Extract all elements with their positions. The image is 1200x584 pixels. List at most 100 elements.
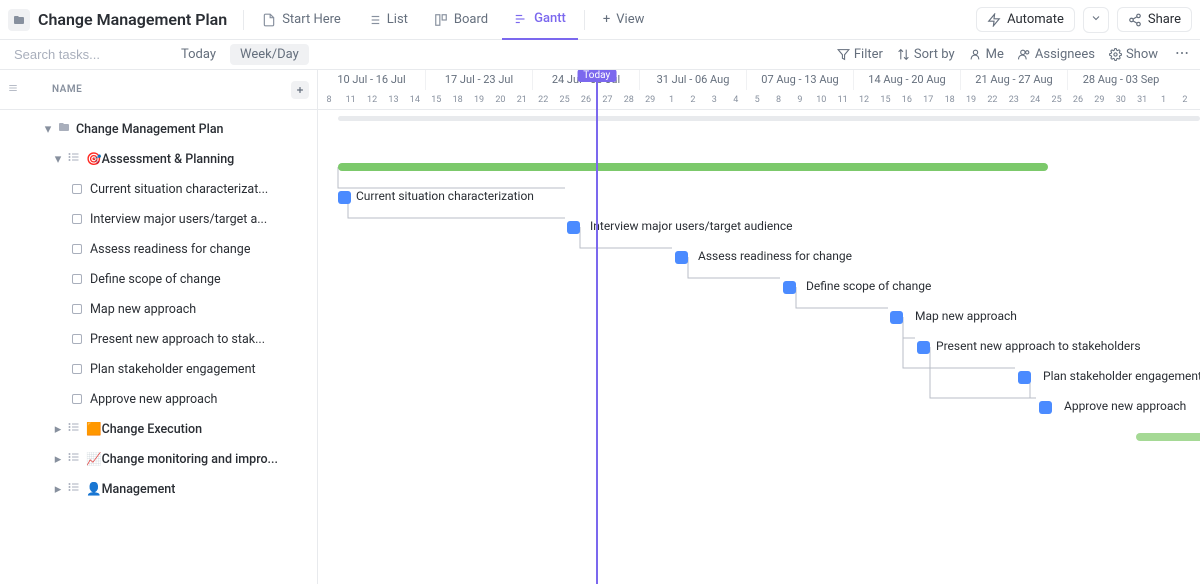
task-row[interactable]: Map new approach bbox=[0, 294, 317, 324]
day-header: 8 bbox=[318, 90, 340, 110]
tab-start-here[interactable]: Start Here bbox=[250, 0, 353, 40]
day-header: 29 bbox=[1089, 90, 1110, 110]
task-row[interactable]: Plan stakeholder engagement bbox=[0, 354, 317, 384]
add-view-button[interactable]: + View bbox=[591, 12, 657, 27]
caret-icon[interactable]: ▸ bbox=[52, 482, 64, 497]
bolt-icon bbox=[987, 13, 1001, 27]
task-label: Map new approach bbox=[90, 302, 196, 317]
day-header: 23 bbox=[1003, 90, 1024, 110]
gear-icon bbox=[1109, 48, 1122, 61]
more-button[interactable] bbox=[1172, 43, 1192, 67]
caret-icon[interactable]: ▸ bbox=[52, 452, 64, 467]
task-bar[interactable] bbox=[917, 341, 930, 354]
day-header: 9 bbox=[789, 90, 810, 110]
task-bar-label: Approve new approach bbox=[1064, 399, 1186, 413]
task-label: Assess readiness for change bbox=[90, 242, 250, 257]
task-label: Current situation characterizat... bbox=[90, 182, 268, 197]
share-label: Share bbox=[1148, 12, 1181, 27]
group-summary-bar[interactable] bbox=[338, 163, 1048, 171]
task-bar-label: Define scope of change bbox=[806, 279, 931, 293]
task-bar[interactable] bbox=[1018, 371, 1031, 384]
day-header: 13 bbox=[383, 90, 404, 110]
task-bar-label: Interview major users/target audience bbox=[590, 219, 793, 233]
task-row[interactable]: Define scope of change bbox=[0, 264, 317, 294]
day-header: 17 bbox=[918, 90, 939, 110]
task-row[interactable]: Interview major users/target a... bbox=[0, 204, 317, 234]
day-header: 25 bbox=[554, 90, 575, 110]
caret-down-icon[interactable]: ▾ bbox=[42, 122, 54, 137]
tab-label: Start Here bbox=[282, 12, 341, 27]
folder-icon bbox=[58, 121, 70, 137]
day-header: 31 bbox=[1131, 90, 1152, 110]
filter-button[interactable]: Filter bbox=[837, 47, 883, 62]
task-label: Present new approach to stak... bbox=[90, 332, 265, 347]
status-icon[interactable] bbox=[72, 364, 82, 374]
status-icon[interactable] bbox=[72, 274, 82, 284]
status-icon[interactable] bbox=[72, 334, 82, 344]
day-header: 26 bbox=[1067, 90, 1088, 110]
tab-board[interactable]: Board bbox=[422, 0, 500, 40]
group-row[interactable]: ▾ 🎯Assessment & Planning bbox=[0, 144, 317, 174]
task-row[interactable]: Current situation characterizat... bbox=[0, 174, 317, 204]
task-label: Define scope of change bbox=[90, 272, 221, 287]
week-header: 21 Aug - 27 Aug bbox=[960, 70, 1067, 90]
day-header: 29 bbox=[639, 90, 660, 110]
sort-button[interactable]: Sort by bbox=[897, 47, 955, 62]
today-marker: Today bbox=[596, 70, 598, 584]
show-button[interactable]: Show bbox=[1109, 47, 1158, 62]
task-bar[interactable] bbox=[567, 221, 580, 234]
assignees-button[interactable]: Assignees bbox=[1018, 47, 1095, 62]
status-icon[interactable] bbox=[72, 244, 82, 254]
automate-button[interactable]: Automate bbox=[976, 7, 1075, 32]
day-header: 25 bbox=[1046, 90, 1067, 110]
share-button[interactable]: Share bbox=[1117, 7, 1192, 32]
list-icon bbox=[68, 151, 80, 167]
day-header: 20 bbox=[490, 90, 511, 110]
task-bar[interactable] bbox=[783, 281, 796, 294]
task-bar[interactable] bbox=[675, 251, 688, 264]
task-bar[interactable] bbox=[890, 311, 903, 324]
add-column-button[interactable] bbox=[291, 81, 309, 99]
list-icon bbox=[68, 451, 80, 467]
project-row[interactable]: ▾ Change Management Plan bbox=[0, 114, 317, 144]
tab-gantt[interactable]: Gantt bbox=[502, 0, 578, 40]
group-row[interactable]: ▸ 📈Change monitoring and impro... bbox=[0, 444, 317, 474]
day-header: 30 bbox=[1110, 90, 1131, 110]
tab-list[interactable]: List bbox=[355, 0, 420, 40]
day-header: 5 bbox=[746, 90, 767, 110]
caret-icon[interactable]: ▸ bbox=[52, 422, 64, 437]
day-header: 2 bbox=[682, 90, 703, 110]
column-header-name: NAME bbox=[52, 84, 82, 95]
task-bar[interactable] bbox=[1039, 401, 1052, 414]
status-icon[interactable] bbox=[72, 184, 82, 194]
today-button[interactable]: Today bbox=[173, 45, 224, 64]
search-input[interactable] bbox=[14, 47, 190, 62]
day-header: 10 bbox=[811, 90, 832, 110]
status-icon[interactable] bbox=[72, 394, 82, 404]
filter-icon bbox=[837, 48, 850, 61]
group-row[interactable]: ▸ 🟧Change Execution bbox=[0, 414, 317, 444]
day-header: 15 bbox=[875, 90, 896, 110]
week-header: 31 Jul - 06 Aug bbox=[639, 70, 746, 90]
toolbar: Today Week/Day Filter Sort by Me Assigne… bbox=[0, 40, 1200, 70]
week-header: 07 Aug - 13 Aug bbox=[746, 70, 853, 90]
status-icon[interactable] bbox=[72, 304, 82, 314]
group-row[interactable]: ▸ 👤Management bbox=[0, 474, 317, 504]
task-row[interactable]: Assess readiness for change bbox=[0, 234, 317, 264]
group-summary-bar[interactable] bbox=[1136, 433, 1200, 441]
me-button[interactable]: Me bbox=[969, 47, 1004, 62]
task-row[interactable]: Approve new approach bbox=[0, 384, 317, 414]
folder-icon[interactable] bbox=[8, 9, 30, 31]
caret-icon[interactable]: ▾ bbox=[52, 152, 64, 167]
plus-icon: + bbox=[603, 12, 610, 27]
task-row[interactable]: Present new approach to stak... bbox=[0, 324, 317, 354]
status-icon[interactable] bbox=[72, 214, 82, 224]
drag-handle-icon[interactable] bbox=[8, 81, 18, 99]
day-header: 24 bbox=[1025, 90, 1046, 110]
today-badge: Today bbox=[577, 70, 616, 82]
day-header: 22 bbox=[533, 90, 554, 110]
automate-dropdown[interactable] bbox=[1083, 7, 1109, 33]
range-button[interactable]: Week/Day bbox=[230, 44, 309, 65]
task-bar-label: Assess readiness for change bbox=[698, 249, 852, 263]
task-bar[interactable] bbox=[338, 191, 351, 204]
